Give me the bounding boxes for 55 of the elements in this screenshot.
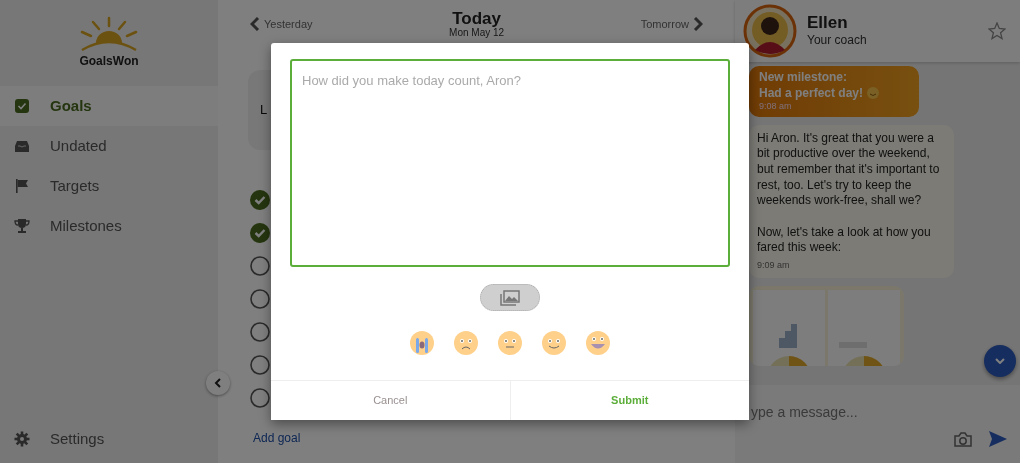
goal-checkbox[interactable] xyxy=(250,289,270,309)
smiley-icon xyxy=(867,87,880,100)
cancel-button[interactable]: Cancel xyxy=(271,381,511,420)
submit-button[interactable]: Submit xyxy=(510,381,749,420)
summary-text: L xyxy=(260,102,268,117)
reflection-field[interactable]: How did you make today count, Aron? xyxy=(290,59,730,268)
neutral-face-icon[interactable] xyxy=(498,331,522,355)
add-image-button[interactable] xyxy=(480,284,540,311)
add-goal-link[interactable]: Add goal xyxy=(253,429,301,447)
smile-face-icon[interactable] xyxy=(542,331,566,355)
flag-icon xyxy=(14,178,30,194)
message-time: 9:09 am xyxy=(757,260,791,272)
coach-name: Ellen xyxy=(807,14,849,31)
date-label: Mon May 12 xyxy=(449,27,505,38)
logo-text: GoalsWon xyxy=(79,53,139,70)
logo-icon xyxy=(79,16,139,52)
goal-checkbox[interactable] xyxy=(250,223,270,243)
next-day-link[interactable]: Tomorrow xyxy=(640,16,703,33)
goal-checkbox[interactable] xyxy=(250,355,270,375)
goal-checkbox[interactable] xyxy=(250,322,270,342)
settings-item[interactable]: Settings xyxy=(0,419,218,459)
message-input[interactable]: ype a message... xyxy=(749,401,929,424)
sad-face-icon[interactable] xyxy=(454,331,478,355)
day-title: Today xyxy=(452,10,501,27)
star-icon[interactable] xyxy=(988,22,1006,40)
goal-checkbox[interactable] xyxy=(250,388,270,408)
nav-item[interactable]: Undated xyxy=(0,126,218,166)
nav-item[interactable]: Goals xyxy=(0,86,218,126)
milestone-title: New milestone: xyxy=(759,70,849,86)
message-text: Now, let's take a look at how you fared this week: xyxy=(757,224,932,257)
send-icon[interactable] xyxy=(988,430,1008,448)
chevron-left-icon xyxy=(214,378,222,388)
nav-item[interactable]: Targets xyxy=(0,166,218,206)
milestone-text: Had a perfect day! xyxy=(759,85,864,102)
images-icon xyxy=(500,289,520,306)
avatar xyxy=(743,4,797,58)
message-text: Hi Aron. It's great that you were a bit productive over the weekend, but remember that it's important to rest, too. Let's try to keep the weekends work-free, shall we? xyxy=(757,130,941,209)
coach-role: Your coach xyxy=(807,32,867,49)
collapse-button[interactable] xyxy=(206,371,230,395)
grin-face-icon[interactable] xyxy=(586,331,610,355)
chevron-left-icon xyxy=(250,17,260,32)
tray-icon xyxy=(14,138,30,154)
scroll-down-button[interactable] xyxy=(984,345,1016,377)
previous-day-link[interactable]: Yesterday xyxy=(250,16,313,33)
nav-item[interactable]: Milestones xyxy=(0,206,218,246)
camera-icon[interactable] xyxy=(954,431,972,447)
goal-checkbox[interactable] xyxy=(250,256,270,276)
chevron-down-icon xyxy=(995,358,1005,364)
checkbox-icon xyxy=(14,98,30,114)
settings-icon xyxy=(14,431,30,447)
trophy-icon xyxy=(14,218,30,234)
message-time: 9:08 am xyxy=(759,101,793,113)
crying-face-icon[interactable] xyxy=(410,331,434,355)
chevron-right-icon xyxy=(693,17,703,32)
goal-checkbox[interactable] xyxy=(250,190,270,210)
